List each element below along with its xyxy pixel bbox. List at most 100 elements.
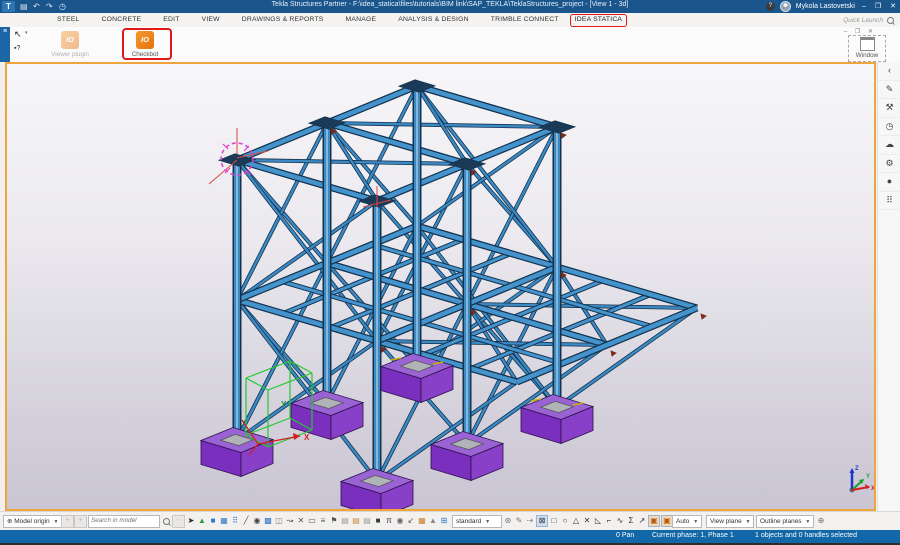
model-origin-dropdown[interactable]: ⊕ Model origin ▼ bbox=[3, 515, 62, 528]
quick-launch-placeholder: Quick Launch bbox=[843, 17, 883, 24]
selection-switch-icon[interactable]: ◉ bbox=[252, 515, 262, 527]
snap-setting-icon[interactable]: ⇢ bbox=[525, 515, 535, 527]
chevron-down-icon: ▼ bbox=[805, 519, 810, 525]
selection-switch-icon[interactable]: ↙ bbox=[406, 515, 416, 527]
hamburger-menu[interactable]: ≡ bbox=[0, 27, 10, 62]
snap-switch-icon[interactable]: ✕ bbox=[582, 515, 592, 527]
selection-switches: ➤▲■▦⠿╱◉▩◫↝✕▭≡⚑▤▤▤■π◉↙▦▲⊞ bbox=[186, 515, 449, 527]
coord-lock-button[interactable]: + bbox=[61, 515, 74, 528]
selection-switch-icon[interactable]: π bbox=[384, 515, 394, 527]
close-button[interactable]: ✕ bbox=[888, 0, 898, 13]
selection-switch-icon[interactable]: ■ bbox=[208, 515, 218, 527]
menu-tabs: STEELCONCRETEEDITVIEWDRAWINGS & REPORTSM… bbox=[46, 13, 627, 27]
help-icon[interactable]: ? bbox=[766, 2, 775, 11]
selection-switch-icon[interactable]: ▤ bbox=[340, 515, 350, 527]
snap-switch-icon[interactable]: □ bbox=[549, 515, 559, 527]
chevron-down-icon[interactable]: ▾ bbox=[25, 30, 28, 36]
selection-switch-icon[interactable]: ✕ bbox=[296, 515, 306, 527]
selection-switch-icon[interactable]: ▭ bbox=[307, 515, 317, 527]
selection-switch-icon[interactable]: ⚑ bbox=[329, 515, 339, 527]
selection-switch-icon[interactable]: ▲ bbox=[197, 515, 207, 527]
selection-status: 1 objects and 0 handles selected bbox=[755, 532, 857, 539]
settings-icon[interactable]: ⚙ bbox=[878, 155, 900, 174]
standard-dropdown[interactable]: standard ▼ bbox=[452, 515, 502, 528]
user-avatar[interactable] bbox=[780, 1, 791, 12]
chevron-down-icon: ▼ bbox=[485, 519, 490, 525]
menu-tab-trimble-connect[interactable]: TRIMBLE CONNECT bbox=[480, 13, 570, 27]
collapse-panel-icon[interactable]: ‹ bbox=[878, 62, 900, 81]
side-panel: ‹✎⚒◷☁⚙●⠿ bbox=[877, 62, 900, 511]
search-input[interactable] bbox=[89, 516, 157, 525]
selection-switch-icon[interactable]: ▲ bbox=[428, 515, 438, 527]
snap-switch-icon[interactable]: ↗ bbox=[637, 515, 647, 527]
menu-tab-view[interactable]: VIEW bbox=[191, 13, 231, 27]
chevron-down-icon: ▼ bbox=[693, 519, 698, 525]
snap-switch-icon[interactable]: ▣ bbox=[648, 515, 660, 527]
menu-tab-edit[interactable]: EDIT bbox=[152, 13, 190, 27]
viewer-plugin-button[interactable]: IO Viewer plugin bbox=[50, 31, 90, 58]
selection-switch-icon[interactable]: ▤ bbox=[351, 515, 361, 527]
snap-switch-icon[interactable]: ◺ bbox=[593, 515, 603, 527]
components-icon[interactable]: ⚒ bbox=[878, 99, 900, 118]
user-name: Mykola Lastovetski bbox=[796, 3, 855, 10]
measure-icon[interactable]: ✎ bbox=[878, 81, 900, 100]
selection-switch-icon[interactable]: ◉ bbox=[395, 515, 405, 527]
auto-dropdown[interactable]: Auto ▼ bbox=[672, 515, 702, 528]
save-icon[interactable]: ▤ bbox=[20, 1, 28, 12]
standard-label: standard bbox=[456, 518, 481, 525]
menu-tab-concrete[interactable]: CONCRETE bbox=[91, 13, 153, 27]
history-icon[interactable]: ◷ bbox=[59, 1, 66, 12]
selection-switch-icon[interactable]: ╱ bbox=[241, 515, 251, 527]
steel-frame-model[interactable]: YXZYX bbox=[201, 80, 874, 509]
menu-tab-analysis-design[interactable]: ANALYSIS & DESIGN bbox=[387, 13, 480, 27]
visibility-icon[interactable]: ⊕ bbox=[816, 515, 826, 527]
minimize-button[interactable]: – bbox=[860, 0, 868, 13]
coord-lock-button[interactable]: + bbox=[74, 515, 87, 528]
redo-icon[interactable]: ↷ bbox=[46, 1, 53, 12]
menu-tab-manage[interactable]: MANAGE bbox=[335, 13, 388, 27]
quick-help-button[interactable]: ▪? bbox=[14, 45, 20, 52]
snap-switch-icon[interactable]: Σ bbox=[626, 515, 636, 527]
pan-status: 0 Pan bbox=[616, 532, 634, 539]
cloud-icon[interactable]: ☁ bbox=[878, 136, 900, 155]
selection-switch-icon[interactable]: ↝ bbox=[285, 515, 295, 527]
snap-switch-icon[interactable]: ∿ bbox=[615, 515, 625, 527]
search-icon[interactable] bbox=[887, 17, 894, 24]
snap-switch-icon[interactable]: △ bbox=[571, 515, 581, 527]
view-plane-dropdown[interactable]: View plane ▼ bbox=[706, 515, 754, 528]
snap-switch-icon[interactable]: ⊠ bbox=[536, 515, 548, 527]
maximize-button[interactable]: ❐ bbox=[873, 0, 883, 13]
select-cursor-icon[interactable]: ↖ bbox=[14, 29, 22, 40]
selection-switch-icon[interactable]: ▦ bbox=[417, 515, 427, 527]
view-window-controls[interactable]: – ❐ ✕ bbox=[844, 28, 876, 35]
selection-switch-icon[interactable]: ➤ bbox=[186, 515, 196, 527]
auto-label: Auto bbox=[676, 518, 689, 525]
snapping-toolbar: ⊕ Model origin ▼ + + ▫ ➤▲■▦⠿╱◉▩◫↝✕▭≡⚑▤▤▤… bbox=[0, 511, 900, 531]
selection-switch-icon[interactable]: ▦ bbox=[219, 515, 229, 527]
quick-launch-input[interactable]: Quick Launch bbox=[789, 15, 894, 25]
model-3d-view[interactable]: YXZYX bbox=[7, 64, 874, 509]
undo-icon[interactable]: ↶ bbox=[33, 1, 40, 12]
outline-planes-dropdown[interactable]: Outline planes ▼ bbox=[756, 515, 814, 528]
apps-icon[interactable]: ⠿ bbox=[878, 192, 900, 211]
selection-switch-icon[interactable]: ⠿ bbox=[230, 515, 240, 527]
model-viewport[interactable]: YXZYX bbox=[5, 62, 876, 511]
selection-switch-icon[interactable]: ⊞ bbox=[439, 515, 449, 527]
selection-switch-icon[interactable]: ■ bbox=[373, 515, 383, 527]
menu-tab-steel[interactable]: STEEL bbox=[46, 13, 91, 27]
history-icon[interactable]: ◷ bbox=[878, 118, 900, 137]
snap-switch-icon[interactable]: ○ bbox=[560, 515, 570, 527]
selection-switch-icon[interactable]: ◫ bbox=[274, 515, 284, 527]
selection-switch-icon[interactable]: ▩ bbox=[263, 515, 273, 527]
menu-tab-idea-statica[interactable]: IDEA STATICA bbox=[570, 14, 627, 28]
window-button[interactable]: Window bbox=[848, 35, 886, 62]
snap-switch-icon[interactable]: ⌐ bbox=[604, 515, 614, 527]
selection-switch-icon[interactable]: ≡ bbox=[318, 515, 328, 527]
selection-switch-icon[interactable]: ▤ bbox=[362, 515, 372, 527]
snap-setting-icon[interactable]: ✎ bbox=[514, 515, 524, 527]
world-icon[interactable]: ● bbox=[878, 173, 900, 192]
menu-tab-drawings-reports[interactable]: DRAWINGS & REPORTS bbox=[231, 13, 335, 27]
search-icon[interactable] bbox=[163, 518, 170, 525]
snap-setting-icon[interactable]: ⊛ bbox=[503, 515, 513, 527]
search-filter-button[interactable]: ▫ bbox=[172, 515, 185, 528]
